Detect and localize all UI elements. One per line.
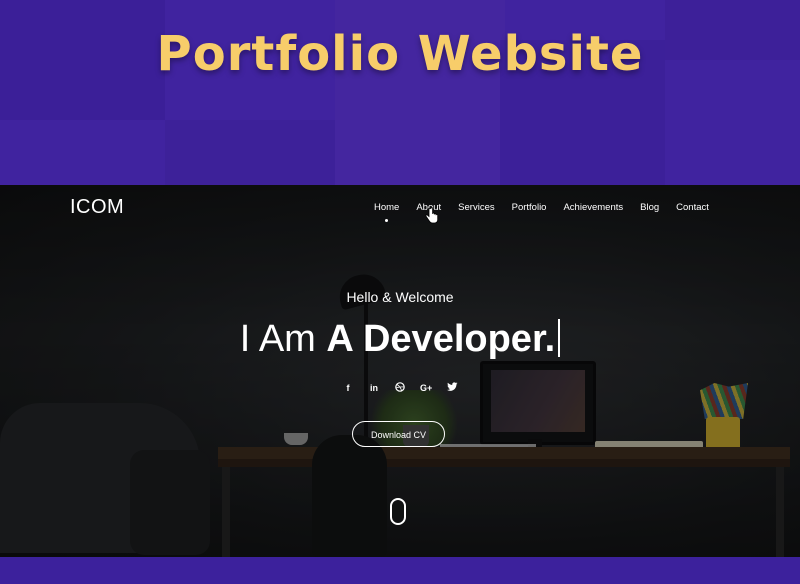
hero-title-light: I Am (239, 318, 316, 360)
twitter-icon[interactable] (446, 382, 458, 394)
nav-contact[interactable]: Contact (676, 202, 709, 213)
social-links: f in G+ (342, 382, 458, 394)
nav-services[interactable]: Services (458, 202, 494, 213)
twitter-glyph (446, 382, 457, 391)
download-cv-button[interactable]: Download CV (352, 421, 445, 447)
banner-title: Portfolio Website (156, 26, 644, 82)
banner: Portfolio Website (0, 0, 800, 185)
site-logo[interactable]: ICOM (70, 196, 124, 219)
hero-title-bold: A Developer. (326, 318, 556, 360)
typing-caret (558, 319, 561, 357)
scroll-mouse-icon[interactable] (390, 498, 406, 525)
background-block (165, 120, 335, 185)
bottom-strip (0, 557, 800, 584)
nav-portfolio[interactable]: Portfolio (512, 202, 547, 213)
nav-label: Home (374, 202, 400, 213)
nav-achievements[interactable]: Achievements (563, 202, 623, 213)
dribbble-icon[interactable] (394, 382, 406, 394)
nav-home[interactable]: Home (374, 202, 400, 222)
facebook-icon[interactable]: f (342, 382, 354, 394)
linkedin-icon[interactable]: in (368, 382, 380, 394)
google-plus-icon[interactable]: G+ (420, 382, 432, 394)
website-screenshot: ICOM Home About Services Portfolio Achie… (0, 185, 800, 557)
nav-blog[interactable]: Blog (640, 202, 659, 213)
hand-cursor-icon (425, 207, 439, 224)
dribbble-glyph (395, 382, 405, 392)
hero-greeting: Hello & Welcome (346, 289, 454, 305)
hero-title: I Am A Developer. (0, 318, 800, 361)
